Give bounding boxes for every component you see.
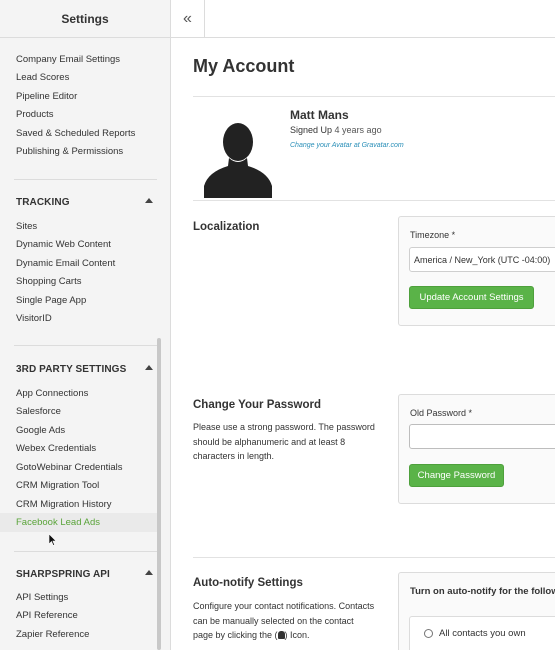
timezone-select[interactable]: America / New_York (UTC -04:00): [409, 247, 555, 272]
signed-up-time: 4 years ago: [334, 125, 382, 135]
sidebar-item-app-connections[interactable]: App Connections: [16, 388, 88, 399]
auto-notify-description: Configure your contact notifications. Co…: [193, 599, 375, 643]
sidebar-section-sharpspring-api[interactable]: SHARPSPRING API: [16, 569, 110, 580]
signed-up-label: Signed Up: [290, 125, 333, 135]
all-contacts-label: All contacts you own: [439, 628, 526, 639]
sidebar-section-3rd-party-settings[interactable]: 3RD PARTY SETTINGS: [16, 364, 126, 375]
section-divider: [193, 96, 555, 97]
bell-icon: [277, 631, 285, 639]
sidebar-item-salesforce[interactable]: Salesforce: [16, 406, 61, 417]
settings-sidebar: Settings Company Email Settings Lead Sco…: [0, 0, 171, 650]
auto-notify-title: Auto-notify Settings: [193, 577, 303, 589]
all-contacts-radio[interactable]: [424, 629, 433, 638]
top-bar: «: [171, 0, 555, 38]
sidebar-item-single-page-app[interactable]: Single Page App: [16, 295, 86, 306]
sidebar-divider: [14, 345, 157, 346]
signed-up-text: Signed Up 4 years ago: [290, 125, 382, 135]
localization-title: Localization: [193, 221, 260, 233]
collapse-api-caret-icon[interactable]: [145, 570, 153, 575]
sidebar-section-tracking[interactable]: TRACKING: [16, 197, 70, 208]
collapse-3rd-party-caret-icon[interactable]: [145, 365, 153, 370]
sidebar-item-shopping-carts[interactable]: Shopping Carts: [16, 276, 81, 287]
sidebar-item-crm-migration-history[interactable]: CRM Migration History: [16, 499, 112, 510]
sidebar-item-zapier-reference[interactable]: Zapier Reference: [16, 629, 89, 640]
sidebar-item-visitorid[interactable]: VisitorID: [16, 313, 52, 324]
password-description: Please use a strong password. The passwo…: [193, 422, 375, 461]
page-title: My Account: [193, 56, 295, 76]
collapse-tracking-caret-icon[interactable]: [145, 198, 153, 203]
default-avatar-icon: [204, 123, 272, 198]
sidebar-item-crm-migration-tool[interactable]: CRM Migration Tool: [16, 480, 99, 491]
sidebar-item-company-email-settings[interactable]: Company Email Settings: [16, 54, 120, 65]
sidebar-item-saved-scheduled-reports[interactable]: Saved & Scheduled Reports: [16, 128, 135, 139]
timezone-label: Timezone *: [410, 230, 456, 240]
sidebar-item-pipeline-editor[interactable]: Pipeline Editor: [16, 91, 77, 102]
mouse-pointer-icon: [49, 534, 57, 546]
double-chevron-left-icon: «: [183, 9, 192, 27]
sidebar-item-dynamic-email-content[interactable]: Dynamic Email Content: [16, 258, 115, 269]
auto-notify-panel-header: Turn on auto-notify for the following: [410, 586, 555, 597]
sidebar-item-webex-credentials[interactable]: Webex Credentials: [16, 443, 96, 454]
collapse-sidebar-button[interactable]: «: [171, 0, 205, 37]
sidebar-divider: [14, 179, 157, 180]
sidebar-divider: [14, 551, 157, 552]
update-account-settings-button[interactable]: Update Account Settings: [409, 286, 534, 309]
change-password-button[interactable]: Change Password: [409, 464, 504, 487]
sidebar-item-facebook-lead-ads[interactable]: Facebook Lead Ads: [16, 517, 100, 528]
sidebar-item-gotowebinar-credentials[interactable]: GotoWebinar Credentials: [16, 462, 123, 473]
sidebar-item-dynamic-web-content[interactable]: Dynamic Web Content: [16, 239, 111, 250]
gravatar-link[interactable]: Change your Avatar at Gravatar.com: [290, 142, 404, 149]
sidebar-item-publishing-permissions[interactable]: Publishing & Permissions: [16, 146, 123, 157]
sidebar-item-api-reference[interactable]: API Reference: [16, 610, 78, 621]
all-contacts-option[interactable]: All contacts you own: [424, 628, 526, 639]
user-name: Matt Mans: [290, 108, 349, 122]
sidebar-item-products[interactable]: Products: [16, 109, 54, 120]
sidebar-item-api-settings[interactable]: API Settings: [16, 592, 68, 603]
sidebar-item-lead-scores[interactable]: Lead Scores: [16, 72, 69, 83]
auto-notify-description-end: ) Icon.: [284, 630, 310, 640]
old-password-input[interactable]: [409, 424, 555, 449]
sidebar-item-sites[interactable]: Sites: [16, 221, 37, 232]
sidebar-scrollbar[interactable]: [157, 338, 161, 650]
change-password-title: Change Your Password: [193, 399, 322, 411]
section-divider: [193, 557, 555, 558]
sidebar-item-google-ads[interactable]: Google Ads: [16, 425, 65, 436]
section-divider: [193, 200, 555, 201]
sidebar-title: Settings: [0, 0, 170, 38]
old-password-label: Old Password *: [410, 408, 473, 418]
